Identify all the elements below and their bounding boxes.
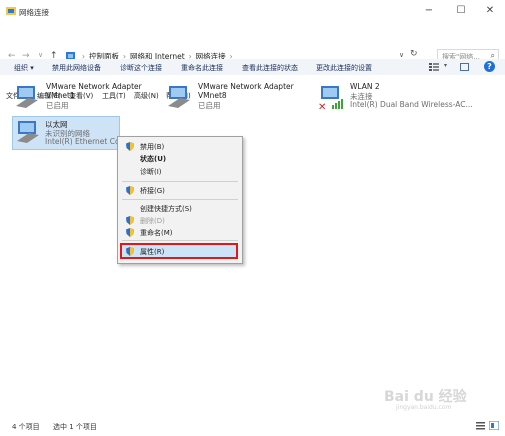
adapter-device: Intel(R) Ethernet Con [45, 137, 125, 146]
menu-item-bridge[interactable]: 桥接(G) [140, 186, 165, 196]
network-adapter-icon [16, 86, 38, 108]
menu-item-properties-highlight[interactable] [120, 243, 238, 259]
tiles-view-icon[interactable] [489, 421, 499, 430]
menu-divider [122, 199, 238, 200]
menu-item-properties[interactable]: 属性(R) [140, 247, 164, 257]
menu-divider [122, 240, 238, 241]
chevron-down-icon[interactable]: ▾ [444, 62, 447, 69]
adapter-network: VMnet8 [198, 91, 227, 100]
menu-item-delete[interactable]: 删除(D) [140, 216, 165, 226]
watermark-url: jingyan.baidu.com [396, 404, 452, 411]
adapter-vmnet1[interactable]: VMware Network Adapter VMnet1 已启用 [14, 80, 154, 118]
help-icon[interactable]: ? [484, 61, 495, 72]
uac-shield-icon [126, 186, 134, 195]
menu-item-create-shortcut[interactable]: 创建快捷方式(S) [140, 204, 192, 214]
adapter-network: VMnet1 [46, 91, 75, 100]
context-menu: 禁用(B) 状态(U) 诊断(I) 桥接(G) 创建快捷方式(S) 删除(D) … [117, 136, 243, 264]
uac-shield-icon [126, 228, 134, 237]
selected-count: 选中 1 个项目 [53, 423, 97, 431]
rename-button[interactable]: 重命名此连接 [181, 63, 223, 73]
window-title: 网络连接 [19, 8, 49, 17]
network-adapter-icon [168, 86, 190, 108]
preview-pane-icon[interactable] [460, 63, 469, 71]
details-view-icon[interactable] [476, 422, 485, 430]
menu-item-diagnose[interactable]: 诊断(I) [140, 167, 162, 177]
adapter-name: WLAN 2 [350, 82, 380, 91]
adapter-device: Intel(R) Dual Band Wireless-AC... [350, 100, 473, 109]
adapter-name: VMware Network Adapter [198, 82, 294, 91]
diagnose-button[interactable]: 诊断这个连接 [120, 63, 162, 73]
close-button[interactable]: ✕ [479, 4, 501, 18]
adapter-name: VMware Network Adapter [46, 82, 142, 91]
uac-shield-icon [126, 142, 134, 151]
title-bar: 网络连接 − ☐ ✕ [0, 0, 505, 22]
address-row: ← → ∨ ↑ › 控制面板 › 网络和 Internet › 网络连接 › ∨ ↻ 搜索"… [0, 24, 505, 64]
menu-item-status[interactable]: 状态(U) [140, 154, 166, 164]
adapter-ethernet[interactable]: 以太网 未识别的网络 Intel(R) Ethernet Con [12, 116, 124, 150]
adapter-wlan2[interactable]: ✕ WLAN 2 未连接 Intel(R) Dual Band Wireless… [318, 80, 478, 118]
item-count: 4 个项目 [12, 423, 40, 431]
menu-item-disable[interactable]: 禁用(B) [140, 142, 164, 152]
disconnected-x-icon: ✕ [318, 102, 327, 113]
network-adapter-icon [17, 121, 39, 143]
network-folder-icon [6, 7, 16, 15]
disable-device-button[interactable]: 禁用此网络设备 [52, 63, 101, 73]
view-options-icon[interactable] [429, 63, 439, 71]
change-settings-button[interactable]: 更改此连接的设置 [316, 63, 372, 73]
uac-shield-icon [126, 216, 134, 225]
adapter-status: 已启用 [46, 101, 69, 110]
adapter-vmnet8[interactable]: VMware Network Adapter VMnet8 已启用 [166, 80, 306, 118]
minimize-button[interactable]: − [418, 4, 440, 18]
menu-bar: 文件(F) 编辑(E) 查看(V) 工具(T) 高级(N) 帮助(H) [0, 44, 505, 100]
menu-item-rename[interactable]: 重命名(M) [140, 228, 173, 238]
baidu-watermark: Bai du 经验 [384, 389, 467, 405]
maximize-button[interactable]: ☐ [450, 4, 472, 18]
view-status-button[interactable]: 查看此连接的状态 [242, 63, 298, 73]
uac-shield-icon [126, 247, 134, 256]
menu-divider [122, 181, 238, 182]
adapter-status: 已启用 [198, 101, 221, 110]
organize-button[interactable]: 组织 ▾ [14, 63, 34, 73]
